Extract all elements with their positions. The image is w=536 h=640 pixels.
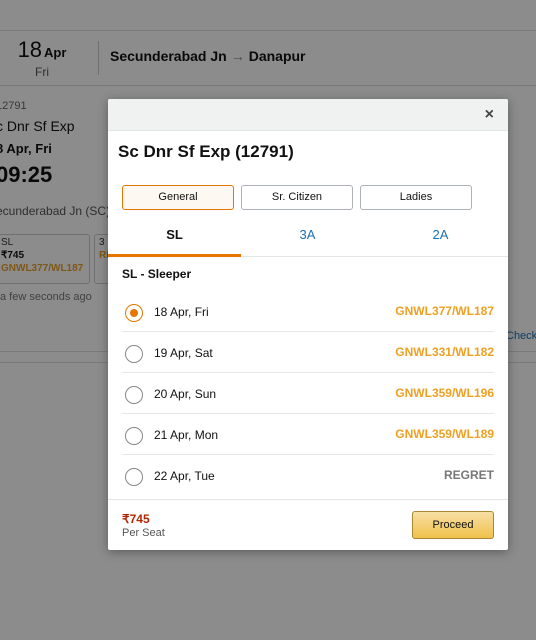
date-label: 18 Apr, Fri	[154, 305, 209, 319]
quota-sr-citizen-button[interactable]: Sr. Citizen	[241, 185, 353, 210]
availability-status: GNWL331/WL182	[395, 345, 494, 359]
availability-status: GNWL359/WL189	[395, 427, 494, 441]
availability-status: REGRET	[443, 468, 494, 482]
class-label: SL - Sleeper	[122, 267, 192, 281]
modal-title: Sc Dnr Sf Exp (12791)	[118, 142, 294, 161]
radio-button[interactable]	[125, 427, 143, 445]
quota-general-button[interactable]: General	[122, 185, 234, 210]
close-icon[interactable]: ×	[485, 107, 494, 123]
proceed-button[interactable]: Proceed	[412, 511, 494, 539]
fare-price: ₹745	[122, 512, 150, 526]
date-option-22-apr[interactable]: 22 Apr, Tue REGRET	[122, 455, 494, 496]
date-option-18-apr[interactable]: 18 Apr, Fri GNWL377/WL187	[122, 291, 494, 332]
date-label: 21 Apr, Mon	[154, 428, 219, 442]
date-list: 18 Apr, Fri GNWL377/WL187 19 Apr, Sat GN…	[122, 291, 494, 496]
date-label: 20 Apr, Sun	[154, 387, 217, 401]
radio-button[interactable]	[125, 386, 143, 404]
date-option-19-apr[interactable]: 19 Apr, Sat GNWL331/WL182	[122, 332, 494, 373]
availability-status: GNWL377/WL187	[395, 304, 494, 318]
modal-footer: ₹745 Per Seat Proceed	[108, 499, 508, 550]
tab-3a[interactable]: 3A	[241, 221, 374, 257]
quota-ladies-button[interactable]: Ladies	[360, 185, 472, 210]
tab-sl[interactable]: SL	[108, 221, 241, 257]
availability-status: GNWL359/WL196	[395, 386, 494, 400]
radio-button[interactable]	[125, 345, 143, 363]
date-option-21-apr[interactable]: 21 Apr, Mon GNWL359/WL189	[122, 414, 494, 455]
class-tabs: SL 3A 2A	[108, 221, 508, 257]
availability-modal: × Sc Dnr Sf Exp (12791) General Sr. Citi…	[108, 99, 508, 550]
date-label: 22 Apr, Tue	[154, 469, 215, 483]
radio-button[interactable]	[125, 304, 143, 322]
per-seat-label: Per Seat	[122, 527, 165, 539]
modal-header: ×	[108, 99, 508, 131]
date-option-20-apr[interactable]: 20 Apr, Sun GNWL359/WL196	[122, 373, 494, 414]
date-label: 19 Apr, Sat	[154, 346, 213, 360]
tab-2a[interactable]: 2A	[374, 221, 507, 257]
radio-button[interactable]	[125, 468, 143, 486]
